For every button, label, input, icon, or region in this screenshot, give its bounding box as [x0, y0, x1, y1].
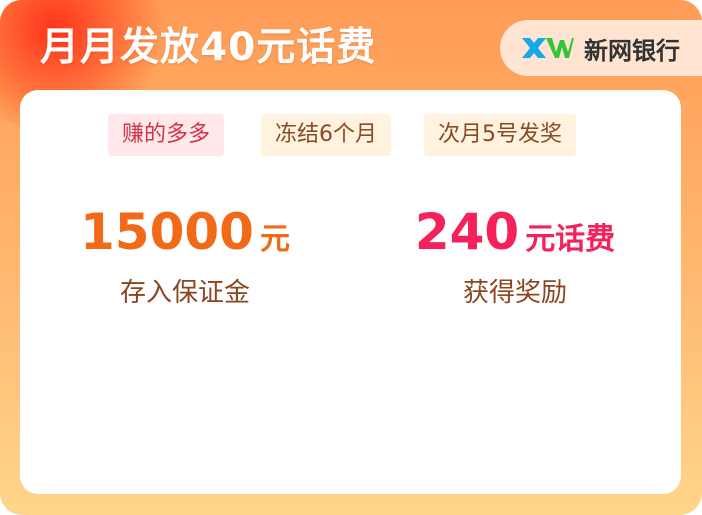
bank-badge: 新网银行 [500, 20, 702, 76]
reward-number: 240 [414, 203, 520, 261]
promo-title: 月月发放40元话费 [40, 25, 377, 70]
tag-earn-more: 赚的多多 [108, 114, 225, 156]
reward-stat: 240 元话费 获得奖励 [350, 202, 680, 309]
reward-amount: 240 元话费 [350, 202, 680, 262]
tag-freeze-period: 冻结6个月 [261, 114, 391, 156]
deposit-number: 15000 [80, 203, 254, 261]
promo-card[interactable]: 月月发放40元话费 新网银行 赚的多多 冻结6个月 次月5号发奖 15000 元… [0, 0, 702, 515]
tag-payout-date: 次月5号发奖 [424, 114, 576, 156]
bank-name: 新网银行 [584, 36, 680, 65]
reward-unit: 元话费 [525, 222, 616, 257]
offer-panel: 赚的多多 冻结6个月 次月5号发奖 15000 元 存入保证金 240 元话费 … [20, 90, 681, 494]
deposit-amount: 15000 元 [20, 202, 350, 262]
xw-logo-icon [520, 33, 574, 63]
reward-label: 获得奖励 [462, 278, 567, 308]
deposit-stat: 15000 元 存入保证金 [20, 202, 350, 309]
deposit-unit: 元 [259, 222, 290, 257]
deposit-label: 存入保证金 [119, 278, 250, 308]
